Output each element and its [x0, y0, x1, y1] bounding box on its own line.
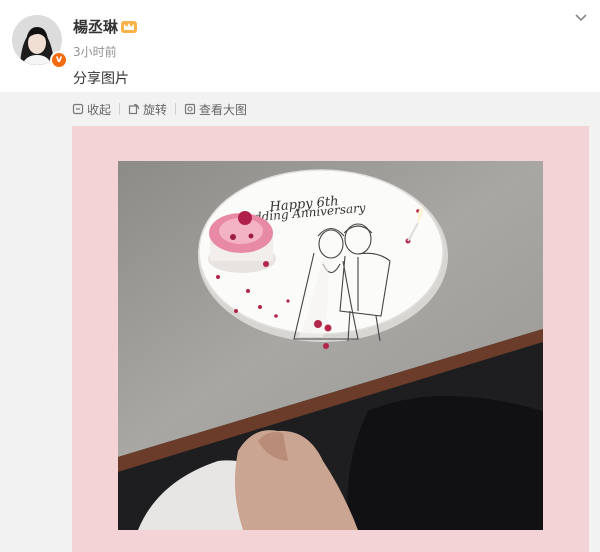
view-large-label: 查看大图 [199, 102, 248, 117]
timestamp[interactable]: 3小时前 [73, 43, 117, 60]
chevron-down-icon[interactable] [574, 11, 588, 25]
post-text: 分享图片 [73, 71, 129, 87]
collect-button[interactable]: 收起 [72, 101, 111, 118]
rotate-icon [128, 103, 140, 115]
collect-label: 收起 [87, 102, 112, 117]
rotate-label: 旋转 [143, 102, 168, 117]
username[interactable]: 楊丞琳 [73, 16, 118, 37]
toolbar-divider [175, 103, 177, 115]
view-large-button[interactable]: 查看大图 [184, 101, 247, 118]
dark-pants [347, 396, 543, 530]
crown-badge-icon[interactable] [120, 19, 138, 34]
verified-icon: v [50, 51, 68, 69]
post-header: v 楊丞琳 3小时前 分享图片 [0, 0, 600, 92]
toolbar-divider [119, 103, 121, 115]
post-photo[interactable]: Happy 6th Wedding Anniversary [118, 161, 543, 530]
image-toolbar: 收起 旋转 查看大图 [72, 100, 247, 118]
collect-icon [72, 103, 84, 115]
rotate-button[interactable]: 旋转 [128, 101, 167, 118]
photo-illustration: Happy 6th Wedding Anniversary [118, 161, 543, 530]
zoom-icon [184, 103, 196, 115]
